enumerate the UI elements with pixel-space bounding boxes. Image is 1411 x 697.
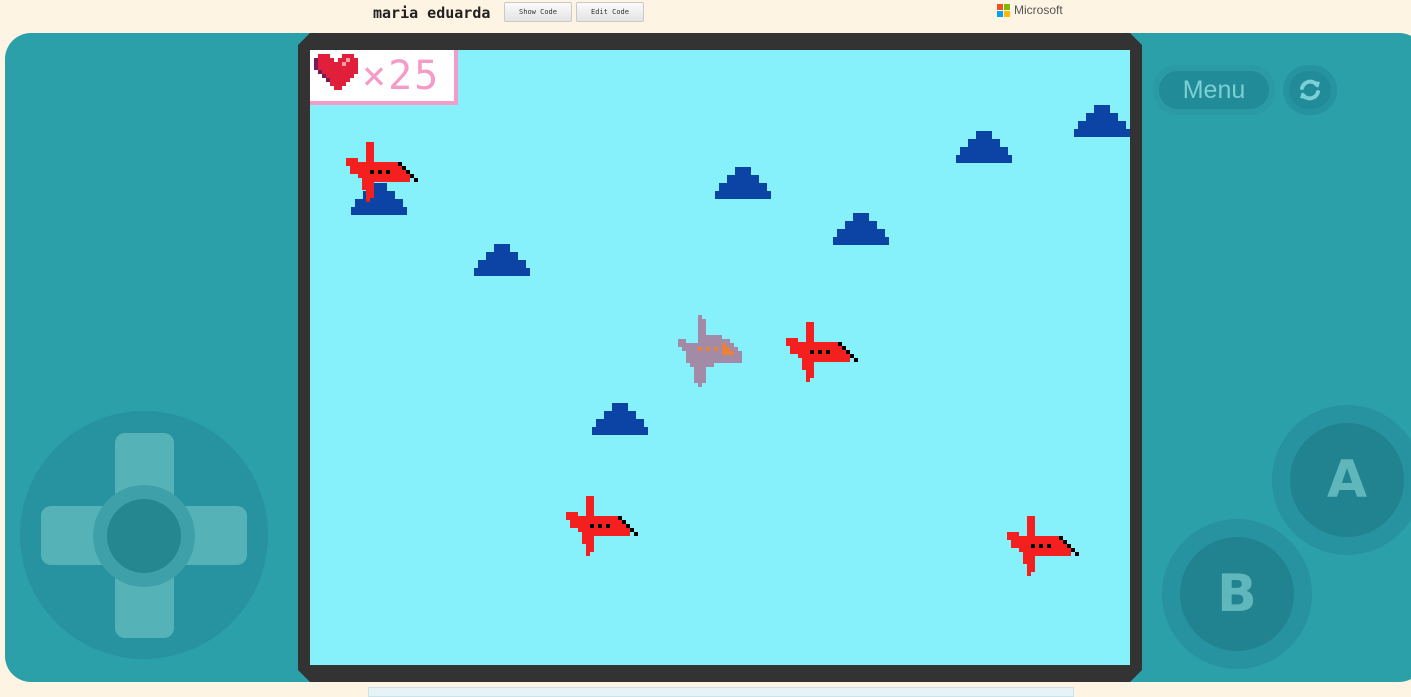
cloud [474,244,530,276]
b-button[interactable]: B [1180,537,1294,651]
menu-button[interactable]: Menu [1153,65,1275,115]
cloud [833,213,889,245]
dpad-center [107,499,181,573]
microsoft-link[interactable]: Microsoft [1014,3,1063,17]
heart-icon [314,54,358,90]
enemy-plane [346,142,418,202]
project-title: maria eduarda [373,4,491,22]
cloud [1074,105,1130,137]
edit-code-button[interactable]: Edit Code [576,2,644,22]
a-button[interactable]: A [1290,423,1404,537]
lives-count: ×25 [362,53,441,99]
enemy-plane [786,322,858,382]
enemy-plane [566,496,638,556]
enemy-plane [1007,516,1079,576]
show-code-button[interactable]: Show Code [504,2,572,22]
game-screen[interactable]: ×25 [310,50,1130,665]
menu-label: Menu [1182,75,1246,104]
microsoft-logo-icon[interactable] [997,4,1011,18]
top-bar: maria eduarda Show Code Edit Code Micros… [0,0,1411,30]
cloud [592,403,648,435]
bottom-panel-edge [368,687,1074,697]
lives-hud: ×25 [310,50,458,105]
cloud [956,131,1012,163]
reload-button[interactable] [1283,65,1337,115]
player-plane [678,315,742,387]
cloud [715,167,771,199]
reload-icon [1300,79,1320,101]
